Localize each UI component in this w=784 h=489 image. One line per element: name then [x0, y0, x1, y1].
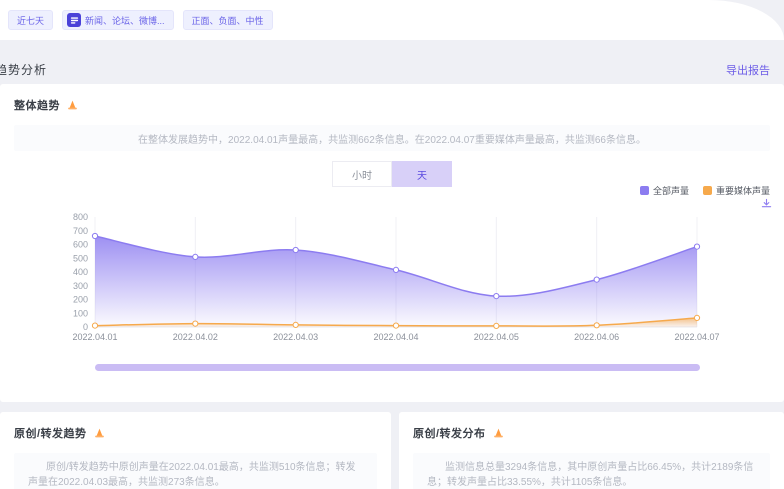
svg-text:400: 400	[73, 267, 88, 277]
filter-chips: 近七天 新闻、论坛、微博... 正面、负面、中性	[8, 10, 273, 30]
svg-text:100: 100	[73, 308, 88, 318]
overall-trend-title: 整体趋势	[14, 97, 60, 113]
sentiment-chip[interactable]: 正面、负面、中性	[183, 10, 273, 30]
cone-badge-icon	[66, 99, 79, 112]
svg-text:200: 200	[73, 295, 88, 305]
legend-label-media: 重要媒体声量	[716, 184, 770, 197]
chart-scrollbar[interactable]	[95, 364, 700, 371]
svg-text:500: 500	[73, 253, 88, 263]
original-repost-distribution-title-row: 原创/转发分布	[399, 412, 784, 441]
svg-text:2022.04.02: 2022.04.02	[173, 332, 218, 342]
legend-swatch-total	[640, 186, 649, 195]
overall-trend-card: 整体趋势 在整体发展趋势中，2022.04.01声量最高，共监测662条信息。在…	[0, 84, 784, 402]
legend-item-media[interactable]: 重要媒体声量	[703, 184, 770, 197]
sources-icon	[67, 13, 81, 27]
sources-label: 新闻、论坛、微博...	[85, 14, 165, 27]
original-repost-trend-summary: 原创/转发趋势中原创声量在2022.04.01最高，共监测510条信息；转发声量…	[14, 453, 377, 489]
original-repost-trend-card: 原创/转发趋势 原创/转发趋势中原创声量在2022.04.01最高，共监测510…	[0, 412, 391, 489]
toggle-day-button[interactable]: 天	[392, 161, 452, 187]
cone-badge-icon	[93, 427, 106, 440]
trend-chart[interactable]: 0 100 200 300 400 500 600 700 800 2022.04.01 2022.…	[14, 202, 770, 350]
overall-trend-title-row: 整体趋势	[0, 84, 784, 113]
svg-text:600: 600	[73, 240, 88, 250]
original-repost-distribution-summary: 监测信息总量3294条信息，其中原创声量占比66.45%，共计2189条信息；转…	[413, 453, 770, 489]
svg-text:800: 800	[73, 212, 88, 222]
date-range-chip[interactable]: 近七天	[8, 10, 53, 30]
svg-text:2022.04.05: 2022.04.05	[474, 332, 519, 342]
toggle-hour-button[interactable]: 小时	[332, 161, 392, 187]
cone-badge-icon	[492, 427, 505, 440]
svg-text:0: 0	[83, 322, 88, 332]
original-repost-distribution-title: 原创/转发分布	[413, 425, 486, 441]
legend-label-total: 全部声量	[653, 184, 689, 197]
page-title: 趋势分析	[0, 61, 47, 78]
original-repost-trend-title: 原创/转发趋势	[14, 425, 87, 441]
date-range-label: 近七天	[17, 14, 44, 27]
section-header: 趋势分析 导出报告	[0, 55, 784, 84]
svg-text:300: 300	[73, 281, 88, 291]
filter-bar: 近七天 新闻、论坛、微博... 正面、负面、中性	[0, 0, 784, 40]
sentiment-label: 正面、负面、中性	[192, 14, 264, 27]
svg-text:2022.04.03: 2022.04.03	[273, 332, 318, 342]
chart-legend: 全部声量 重要媒体声量	[640, 184, 770, 197]
svg-text:2022.04.06: 2022.04.06	[574, 332, 619, 342]
legend-swatch-media	[703, 186, 712, 195]
svg-text:2022.04.04: 2022.04.04	[373, 332, 418, 342]
legend-item-total[interactable]: 全部声量	[640, 184, 689, 197]
sources-chip[interactable]: 新闻、论坛、微博...	[62, 10, 174, 30]
svg-text:2022.04.07: 2022.04.07	[674, 332, 719, 342]
original-repost-distribution-card: 原创/转发分布 监测信息总量3294条信息，其中原创声量占比66.45%，共计2…	[399, 412, 784, 489]
svg-text:700: 700	[73, 226, 88, 236]
original-repost-trend-title-row: 原创/转发趋势	[0, 412, 391, 441]
export-report-link[interactable]: 导出报告	[726, 62, 770, 78]
overall-trend-summary: 在整体发展趋势中，2022.04.01声量最高，共监测662条信息。在2022.…	[14, 125, 770, 151]
svg-text:2022.04.01: 2022.04.01	[72, 332, 117, 342]
